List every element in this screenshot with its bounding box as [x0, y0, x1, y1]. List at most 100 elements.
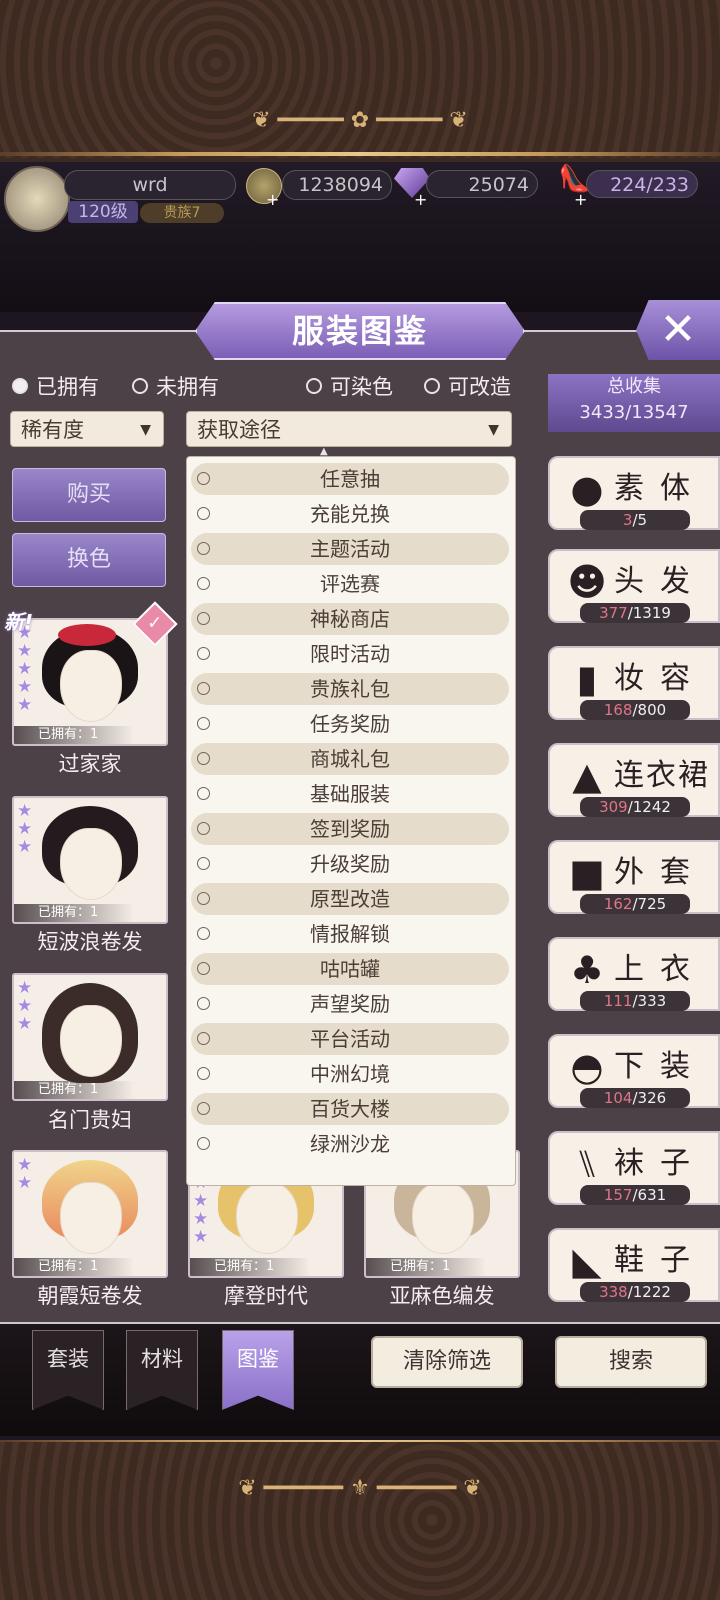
filter-not-owned[interactable]: 未拥有: [132, 372, 219, 402]
source-option[interactable]: 升级奖励: [191, 848, 509, 880]
category-owned: 309: [599, 798, 628, 816]
source-option[interactable]: 基础服装: [191, 778, 509, 810]
rarity-stars-icon: ★ ★ ★: [17, 978, 33, 1034]
high-heel-icon: ◣: [572, 1239, 602, 1283]
face-preview: [60, 828, 122, 900]
source-option[interactable]: 充能兑换: [191, 498, 509, 530]
source-option[interactable]: 平台活动: [191, 1023, 509, 1055]
source-option[interactable]: 中洲幻境: [191, 1058, 509, 1090]
category-shoes[interactable]: ◣ 鞋子 338/1222: [548, 1228, 720, 1302]
source-option[interactable]: 情报解锁: [191, 918, 509, 950]
owned-count: 已拥有：1: [366, 1258, 486, 1276]
close-button[interactable]: ✕: [636, 300, 720, 360]
rarity-stars-icon: ★★★★★: [17, 623, 33, 715]
radio-icon: [197, 472, 210, 485]
radio-icon: [306, 378, 322, 394]
category-hair[interactable]: ☻ 头发 377/1319: [548, 549, 720, 623]
source-option[interactable]: 签到奖励: [191, 813, 509, 845]
gold-amount: 1238094: [282, 170, 392, 200]
clear-filter-button[interactable]: 清除筛选: [371, 1336, 523, 1388]
category-owned: 377: [599, 604, 628, 622]
category-label: 袜子: [614, 1146, 706, 1181]
recolor-button[interactable]: 换色: [12, 533, 166, 587]
category-label: 下装: [614, 1049, 706, 1084]
source-option-label: 升级奖励: [310, 852, 390, 876]
category-total: /333: [632, 992, 667, 1010]
item-name: 朝霞短卷发: [37, 1284, 143, 1308]
top-icon: ♣: [569, 948, 605, 992]
source-option[interactable]: 神秘商店: [191, 603, 509, 635]
rarity-dropdown-label: 稀有度: [21, 418, 84, 442]
radio-icon: [197, 892, 210, 905]
radio-icon: [424, 378, 440, 394]
source-options-list: 任意抽 充能兑换 主题活动 评选赛 神秘商店 限时活动 贵族礼包 任务奖励 商城…: [186, 456, 516, 1186]
category-count: 3/5: [580, 510, 690, 530]
dress-icon: ▲: [572, 754, 602, 798]
category-dress[interactable]: ▲ 连衣裙 309/1242: [548, 743, 720, 817]
source-option-label: 充能兑换: [310, 502, 390, 526]
source-option-label: 限时活动: [310, 642, 390, 666]
search-button[interactable]: 搜索: [555, 1336, 707, 1388]
source-option-label: 主题活动: [310, 537, 390, 561]
radio-icon: [197, 1137, 210, 1150]
face-preview: [60, 650, 122, 722]
item-card[interactable]: ★ ★ 已拥有：1: [12, 1150, 168, 1278]
source-option[interactable]: 贵族礼包: [191, 673, 509, 705]
category-body[interactable]: ● 素体 3/5: [548, 456, 720, 530]
category-socks[interactable]: ⑊ 袜子 157/631: [548, 1131, 720, 1205]
filter-owned-label: 已拥有: [36, 375, 99, 399]
add-stamina-icon[interactable]: +: [574, 190, 587, 209]
source-option[interactable]: 主题活动: [191, 533, 509, 565]
category-label: 鞋子: [614, 1243, 706, 1278]
item-card[interactable]: ★ ★ ★ 已拥有：1: [12, 973, 168, 1101]
category-owned: 157: [603, 1186, 633, 1204]
category-top[interactable]: ♣ 上衣 111/333: [548, 937, 720, 1011]
radio-icon: [197, 787, 210, 800]
source-option[interactable]: 原型改造: [191, 883, 509, 915]
diamond-amount: 25074: [426, 170, 538, 198]
source-option-label: 咕咕罐: [320, 957, 380, 981]
item-card[interactable]: ★ ★ ★ 已拥有：1: [12, 796, 168, 924]
source-option-label: 商城礼包: [310, 747, 390, 771]
category-count: 168/800: [580, 700, 690, 720]
category-makeup[interactable]: ▮ 妆容 168/800: [548, 646, 720, 720]
radio-icon: [197, 682, 210, 695]
radio-icon: [197, 962, 210, 975]
source-option[interactable]: 百货大楼: [191, 1093, 509, 1125]
noble-rank-badge[interactable]: 贵族7: [140, 203, 224, 223]
buy-button[interactable]: 购买: [12, 468, 166, 522]
radio-icon: [197, 1032, 210, 1045]
category-label: 外套: [614, 855, 706, 890]
filter-modifiable[interactable]: 可改造: [424, 372, 511, 402]
bottom-ornament-icon: ❦ ━━━━━━ ⚜ ━━━━━━ ❦: [238, 1476, 482, 1501]
source-option[interactable]: 评选赛: [191, 568, 509, 600]
category-bottoms[interactable]: ◓ 下装 104/326: [548, 1034, 720, 1108]
category-total: /631: [632, 1186, 667, 1204]
category-count: 104/326: [580, 1088, 690, 1108]
source-option[interactable]: 任务奖励: [191, 708, 509, 740]
source-option[interactable]: 限时活动: [191, 638, 509, 670]
filter-owned[interactable]: 已拥有: [12, 372, 99, 402]
category-owned: 111: [603, 992, 633, 1010]
add-gold-icon[interactable]: +: [266, 190, 279, 209]
source-option[interactable]: 绿洲沙龙: [191, 1128, 509, 1160]
category-coat[interactable]: ■ 外套 162/725: [548, 840, 720, 914]
source-option[interactable]: 任意抽: [191, 463, 509, 495]
category-count: 377/1319: [580, 603, 690, 623]
filter-modifiable-label: 可改造: [448, 375, 511, 399]
face-preview: [60, 1005, 122, 1077]
source-option[interactable]: 商城礼包: [191, 743, 509, 775]
stamina-amount: 224/233: [586, 170, 698, 198]
owned-count: 已拥有：1: [14, 1081, 134, 1099]
player-avatar[interactable]: [4, 166, 70, 232]
top-frame-border: [0, 152, 720, 156]
source-option[interactable]: 咕咕罐: [191, 953, 509, 985]
add-diamond-icon[interactable]: +: [414, 190, 427, 209]
source-option[interactable]: 声望奖励: [191, 988, 509, 1020]
filter-dyeable[interactable]: 可染色: [306, 372, 393, 402]
hair-icon: ☻: [567, 560, 607, 604]
rarity-dropdown[interactable]: 稀有度 ▼: [10, 411, 164, 447]
player-level: 120级: [68, 201, 138, 223]
source-option-label: 任意抽: [320, 467, 380, 491]
source-dropdown[interactable]: 获取途径 ▼: [186, 411, 512, 447]
